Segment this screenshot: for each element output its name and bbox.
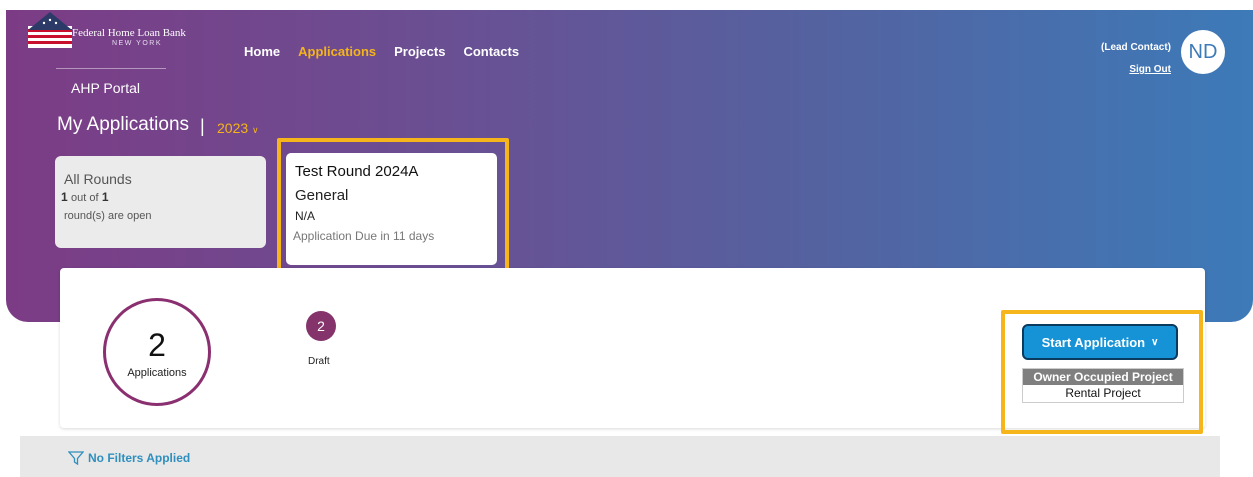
nav-home[interactable]: Home <box>244 44 280 59</box>
highlight-box-start <box>1001 310 1203 434</box>
rounds-open-count: 1 out of 1 <box>61 190 109 204</box>
sign-out-link[interactable]: Sign Out <box>1129 64 1171 75</box>
lead-contact-label: (Lead Contact) <box>1101 42 1171 53</box>
year-value: 2023 <box>217 120 249 136</box>
logo-flag-house-icon <box>28 12 72 48</box>
open-count: 1 <box>61 190 68 204</box>
avatar[interactable]: ND <box>1181 30 1225 74</box>
nav-applications[interactable]: Applications <box>298 44 376 59</box>
highlight-box-round <box>277 138 509 279</box>
portal-name: AHP Portal <box>71 80 140 96</box>
logo-divider <box>56 68 166 69</box>
nav-projects[interactable]: Projects <box>394 44 445 59</box>
nav-contacts[interactable]: Contacts <box>463 44 519 59</box>
all-rounds-card[interactable]: All Rounds 1 out of 1 round(s) are open <box>55 156 266 248</box>
page-title: My Applications <box>57 114 190 135</box>
logo-text: Federal Home Loan Bank <box>72 27 186 39</box>
applications-label: Applications <box>127 367 187 379</box>
filter-status[interactable]: No Filters Applied <box>68 450 190 466</box>
filter-label: No Filters Applied <box>88 451 191 465</box>
filter-panel <box>20 436 1220 477</box>
draft-count-badge[interactable]: 2 <box>306 311 336 341</box>
year-select[interactable]: 2023 ∨ <box>217 120 259 136</box>
applications-total: 2 <box>148 327 166 363</box>
logo-subtext: NEW YORK <box>112 40 162 47</box>
out-of-text: out of <box>71 192 99 204</box>
filter-icon <box>68 451 84 466</box>
total-count: 1 <box>101 190 109 204</box>
rounds-open-suffix: round(s) are open <box>64 210 152 222</box>
applications-total-circle: 2 Applications <box>103 298 211 406</box>
all-rounds-title: All Rounds <box>64 171 132 187</box>
title-separator: | <box>200 116 205 136</box>
main-nav: Home Applications Projects Contacts <box>244 44 519 59</box>
chevron-down-icon: ∨ <box>252 125 259 135</box>
draft-label: Draft <box>308 356 330 367</box>
